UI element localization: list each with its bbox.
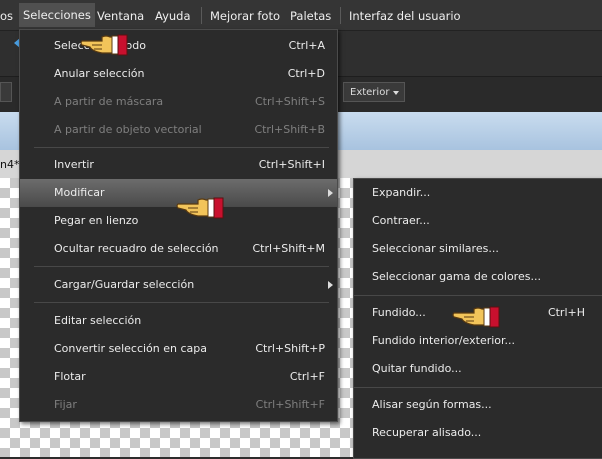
menu-item-a-partir-de-objeto-vectorial: A partir de objeto vectorial Ctrl+Shift+… — [20, 116, 337, 144]
menu-item-label: A partir de objeto vectorial — [54, 123, 202, 136]
dropdown-arrow-icon — [393, 91, 399, 95]
submenu-item-alisar[interactable]: Alisar según formas... — [354, 391, 602, 419]
menu-item-cargar-guardar[interactable]: Cargar/Guardar selección — [20, 271, 337, 299]
menu-item-shortcut: Ctrl+H — [547, 306, 585, 319]
menu-separator — [34, 302, 329, 303]
menu-item-label: Fijar — [54, 398, 77, 411]
exterior-dropdown-label: Exterior — [350, 87, 390, 98]
menu-item-label: Recuperar alisado... — [372, 426, 482, 439]
menubar-item-interfaz[interactable]: Interfaz del usuario — [349, 9, 461, 23]
submenu-item-seleccionar-similares[interactable]: Seleccionar similares... — [354, 235, 602, 263]
menu-item-label: Modificar — [54, 186, 105, 199]
menu-item-label: Contraer... — [372, 214, 430, 227]
menubar-item-os[interactable]: os — [0, 9, 13, 23]
menu-item-shortcut: Ctrl+Shift+M — [252, 242, 326, 255]
pointing-hand-icon — [80, 34, 128, 56]
menubar-item-ventana[interactable]: Ventana — [97, 9, 144, 23]
menu-item-label: Invertir — [54, 158, 94, 171]
menu-item-label: Quitar fundido... — [372, 362, 462, 375]
menu-item-label: Ocultar recuadro de selección — [54, 242, 219, 255]
menu-item-shortcut: Ctrl+F — [289, 370, 325, 383]
selecciones-menu: Seleccionar todo Ctrl+A Anular selección… — [19, 29, 338, 422]
menu-item-label: Convertir selección en capa — [54, 342, 207, 355]
submenu-item-expandir[interactable]: Expandir... — [354, 179, 602, 207]
document-tab[interactable]: n4* — [0, 158, 19, 171]
menu-item-anular-seleccion[interactable]: Anular selección Ctrl+D — [20, 60, 337, 88]
menu-item-convertir-seleccion[interactable]: Convertir selección en capa Ctrl+Shift+P — [20, 335, 337, 363]
menu-item-label: Seleccionar gama de colores... — [372, 270, 541, 283]
menu-item-editar-seleccion[interactable]: Editar selección — [20, 307, 337, 335]
menu-item-shortcut: Ctrl+Shift+S — [255, 95, 325, 108]
menu-item-shortcut: Ctrl+D — [287, 67, 325, 80]
submenu-arrow-icon — [328, 281, 333, 289]
menu-item-shortcut: Ctrl+A — [288, 39, 325, 52]
submenu-arrow-icon — [328, 189, 333, 197]
menu-item-label: Expandir... — [372, 186, 431, 199]
submenu-item-contraer[interactable]: Contraer... — [354, 207, 602, 235]
menu-separator — [34, 266, 329, 267]
submenu-item-recuperar-alisado[interactable]: Recuperar alisado... — [354, 419, 602, 447]
pointing-hand-icon — [176, 197, 224, 219]
menu-separator — [354, 295, 602, 296]
submenu-item-seleccionar-gama[interactable]: Seleccionar gama de colores... — [354, 263, 602, 291]
menubar-item-paletas[interactable]: Paletas — [290, 9, 331, 23]
menu-item-ocultar-recuadro[interactable]: Ocultar recuadro de selección Ctrl+Shift… — [20, 235, 337, 263]
menubar-item-mejorar-foto[interactable]: Mejorar foto — [210, 9, 280, 23]
menu-item-shortcut: Ctrl+Shift+B — [254, 123, 325, 136]
menu-item-label: Cargar/Guardar selección — [54, 278, 195, 291]
menu-separator — [34, 147, 329, 148]
menu-item-shortcut: Ctrl+Shift+I — [258, 158, 325, 171]
pointing-hand-icon — [452, 306, 500, 328]
menubar-separator — [201, 7, 202, 24]
menu-item-label: A partir de máscara — [54, 95, 164, 108]
dropdown-left[interactable] — [0, 82, 12, 102]
menu-item-label: Fundido... — [372, 306, 426, 319]
menubar-separator — [340, 7, 341, 24]
menu-item-invertir[interactable]: Invertir Ctrl+Shift+I — [20, 151, 337, 179]
menu-item-label: Seleccionar similares... — [372, 242, 499, 255]
menu-item-label: Fundido interior/exterior... — [372, 334, 516, 347]
menu-item-shortcut: Ctrl+Shift+F — [255, 398, 325, 411]
menubar-item-ayuda[interactable]: Ayuda — [155, 9, 191, 23]
exterior-dropdown[interactable]: Exterior — [343, 82, 405, 102]
menu-separator — [354, 387, 602, 388]
submenu-item-quitar-fundido[interactable]: Quitar fundido... — [354, 355, 602, 383]
menu-item-seleccionar-todo[interactable]: Seleccionar todo Ctrl+A — [20, 32, 337, 60]
menubar-item-selecciones[interactable]: Selecciones — [19, 3, 95, 27]
menu-item-label: Flotar — [54, 370, 86, 383]
menu-item-fijar: Fijar Ctrl+Shift+F — [20, 391, 337, 419]
menu-item-label: Editar selección — [54, 314, 142, 327]
menu-item-shortcut: Ctrl+Shift+P — [255, 342, 325, 355]
menu-bar: os Selecciones Ventana Ayuda Mejorar fot… — [0, 0, 602, 30]
menu-item-label: Alisar según formas... — [372, 398, 492, 411]
menu-item-label: Pegar en lienzo — [54, 214, 139, 227]
menu-item-label: Anular selección — [54, 67, 145, 80]
menu-item-flotar[interactable]: Flotar Ctrl+F — [20, 363, 337, 391]
menu-item-a-partir-de-mascara: A partir de máscara Ctrl+Shift+S — [20, 88, 337, 116]
